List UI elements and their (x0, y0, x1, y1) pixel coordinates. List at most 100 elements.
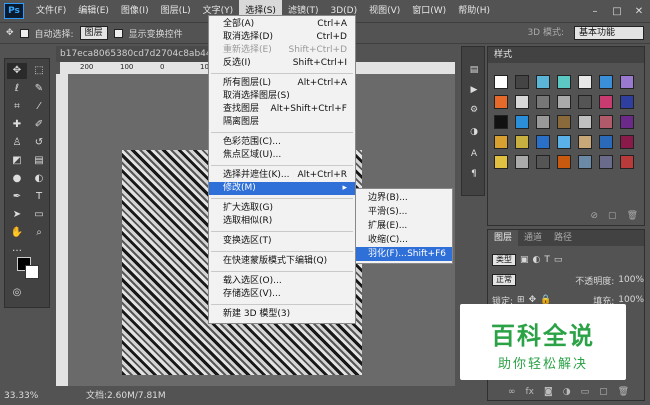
menu-file[interactable]: 文件(F) (30, 0, 72, 22)
style-swatch[interactable] (578, 115, 592, 129)
adjustment-layer-icon[interactable]: ◑ (563, 387, 571, 397)
style-swatch[interactable] (494, 115, 508, 129)
eyedropper-tool-icon[interactable]: ⁄ (29, 99, 49, 115)
menu-edit[interactable]: 编辑(E) (72, 0, 115, 22)
style-swatch[interactable] (557, 95, 571, 109)
tab-layers[interactable]: 图层 (488, 230, 519, 246)
style-swatch[interactable] (536, 155, 550, 169)
style-swatch[interactable] (515, 95, 529, 109)
style-swatch[interactable] (494, 75, 508, 89)
shape-tool-icon[interactable]: ▭ (29, 207, 49, 223)
menu-help[interactable]: 帮助(H) (452, 0, 496, 22)
style-swatch[interactable] (620, 115, 634, 129)
tab-paths[interactable]: 路径 (548, 230, 578, 246)
styles-tab[interactable]: 样式 (488, 47, 644, 63)
style-swatch[interactable] (620, 135, 634, 149)
healing-tool-icon[interactable]: ✚ (7, 117, 27, 133)
style-swatch[interactable] (515, 75, 529, 89)
new-layer-icon[interactable]: ▢ (599, 387, 608, 397)
style-swatch[interactable] (494, 155, 508, 169)
select-menu-item[interactable]: 取消选择图层(S) (209, 90, 355, 103)
marquee-tool-icon[interactable]: ⬚ (29, 63, 49, 79)
style-swatch[interactable] (578, 135, 592, 149)
select-menu-item[interactable]: 扩大选取(G) (209, 202, 355, 215)
more-tools-icon[interactable]: … (7, 241, 27, 257)
opacity-value[interactable]: 100% (618, 275, 644, 285)
select-menu-item[interactable]: 存储选区(V)... (209, 288, 355, 301)
style-swatch[interactable] (578, 95, 592, 109)
select-menu-item[interactable]: 重新选择(E) Shift+Ctrl+D (209, 44, 355, 57)
style-swatch[interactable] (536, 135, 550, 149)
style-swatch[interactable] (578, 75, 592, 89)
crop-tool-icon[interactable]: ⌗ (7, 99, 27, 115)
select-menu-item[interactable]: 在快速蒙版模式下编辑(Q) (209, 255, 355, 268)
select-menu-item[interactable]: 色彩范围(C)... (209, 136, 355, 149)
eraser-tool-icon[interactable]: ◩ (7, 153, 27, 169)
actions-panel-icon[interactable]: ▶ (466, 83, 482, 97)
zoom-tool-icon[interactable]: ⌕ (29, 225, 49, 241)
filter-pixel-icon[interactable]: ▣ (520, 255, 529, 265)
style-swatch[interactable] (494, 135, 508, 149)
select-menu-item[interactable]: 载入选区(O)... (209, 275, 355, 288)
stamp-tool-icon[interactable]: ♙ (7, 135, 27, 151)
style-swatch[interactable] (599, 135, 613, 149)
gradient-tool-icon[interactable]: ▤ (29, 153, 49, 169)
style-swatch[interactable] (536, 95, 550, 109)
modify-submenu-item[interactable]: 收缩(C)... (356, 233, 452, 247)
style-swatch[interactable] (557, 75, 571, 89)
style-swatch[interactable] (557, 135, 571, 149)
menu-layer[interactable]: 图层(L) (155, 0, 197, 22)
select-menu-item[interactable]: 选取相似(R) (209, 215, 355, 228)
quick-mask-icon[interactable]: ◎ (7, 285, 27, 301)
lasso-tool-icon[interactable]: ℓ (7, 81, 27, 97)
document-info[interactable]: 文档:2.60M/7.81M (86, 389, 166, 403)
filter-type-icon[interactable]: T (544, 255, 550, 265)
select-menu-item[interactable]: 焦点区域(U)... (209, 149, 355, 162)
filter-adjust-icon[interactable]: ◐ (533, 255, 541, 265)
link-layers-icon[interactable]: ∞ (508, 387, 516, 397)
brush-tool-icon[interactable]: ✐ (29, 117, 49, 133)
modify-submenu-item[interactable]: 边界(B)... (356, 191, 452, 205)
style-swatch[interactable] (599, 75, 613, 89)
history-panel-icon[interactable]: ▤ (466, 63, 482, 77)
select-menu-item[interactable]: 所有图层(L) Alt+Ctrl+A (209, 77, 355, 90)
transform-controls-checkbox[interactable] (113, 28, 123, 38)
move-tool-icon[interactable]: ✥ (6, 28, 14, 38)
new-style-icon[interactable]: ▢ (608, 211, 617, 221)
background-color-swatch[interactable] (25, 265, 39, 279)
type-tool-icon[interactable]: T (29, 189, 49, 205)
modify-submenu-item[interactable]: 平滑(S)... (356, 205, 452, 219)
pen-tool-icon[interactable]: ✒ (7, 189, 27, 205)
workspace-dropdown[interactable]: 基本功能 (574, 26, 644, 40)
filter-shape-icon[interactable]: ▭ (554, 255, 563, 265)
select-menu-item[interactable]: 全部(A) Ctrl+A (209, 18, 355, 31)
close-button[interactable]: ✕ (628, 6, 650, 17)
maximize-button[interactable]: □ (606, 6, 628, 17)
new-group-icon[interactable]: ▭ (581, 387, 590, 397)
no-style-icon[interactable]: ⊘ (591, 211, 599, 221)
layer-style-icon[interactable]: fx (526, 387, 535, 397)
style-swatch[interactable] (536, 115, 550, 129)
select-menu-item[interactable]: 变换选区(T) (209, 235, 355, 248)
style-swatch[interactable] (557, 115, 571, 129)
move-tool-icon[interactable]: ✥ (7, 63, 27, 79)
paragraph-panel-icon[interactable]: ¶ (466, 167, 482, 181)
style-swatch[interactable] (620, 75, 634, 89)
quick-select-tool-icon[interactable]: ✎ (29, 81, 49, 97)
adjustments-panel-icon[interactable]: ◑ (466, 125, 482, 139)
hand-tool-icon[interactable]: ✋ (7, 225, 27, 241)
auto-select-checkbox[interactable] (19, 28, 29, 38)
select-menu-item[interactable]: 选择并遮住(K)... Alt+Ctrl+R (209, 169, 355, 182)
layer-filter-dropdown[interactable]: 类型 (492, 254, 516, 266)
menu-view[interactable]: 视图(V) (363, 0, 406, 22)
modify-submenu-item[interactable]: 羽化(F)... Shift+F6 (356, 247, 452, 261)
tab-channels[interactable]: 通道 (518, 230, 548, 246)
menu-image[interactable]: 图像(I) (115, 0, 155, 22)
select-menu-item[interactable]: 反选(I) Shift+Ctrl+I (209, 57, 355, 70)
style-swatch[interactable] (536, 75, 550, 89)
select-menu-item[interactable]: 隔离图层 (209, 116, 355, 129)
select-menu-item[interactable]: 新建 3D 模型(3) (209, 308, 355, 321)
history-brush-tool-icon[interactable]: ↺ (29, 135, 49, 151)
properties-panel-icon[interactable]: ⚙ (466, 103, 482, 117)
style-swatch[interactable] (620, 155, 634, 169)
